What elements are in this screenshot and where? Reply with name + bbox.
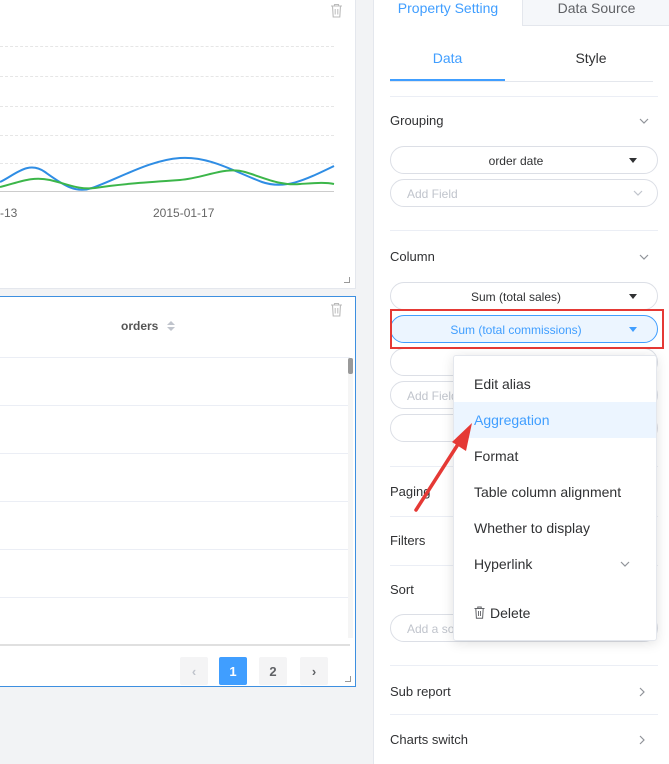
tab-data-source[interactable]: Data Source bbox=[522, 0, 669, 26]
x-tick-label: -13 bbox=[0, 206, 18, 220]
chevron-down-icon[interactable] bbox=[639, 118, 649, 124]
menu-item-edit-alias[interactable]: Edit alias bbox=[454, 366, 656, 402]
sub-tabs: Data Style bbox=[390, 50, 653, 82]
x-tick-label: 2015-01-17 bbox=[153, 206, 215, 220]
annotation-highlight-box bbox=[390, 309, 664, 349]
chevron-down-icon bbox=[620, 561, 630, 567]
column-header-orders[interactable]: orders bbox=[121, 319, 158, 333]
horizontal-scrollbar[interactable] bbox=[0, 644, 350, 646]
column-title: Column bbox=[390, 249, 435, 264]
table-widget[interactable]: orders ‹ 1 2 › bbox=[0, 296, 356, 687]
table-row[interactable] bbox=[0, 598, 350, 646]
table-row[interactable] bbox=[0, 454, 350, 502]
grouping-field-select[interactable]: order date bbox=[390, 146, 658, 174]
sub-report-title[interactable]: Sub report bbox=[390, 684, 451, 699]
add-field-placeholder: Add Field bbox=[407, 187, 458, 201]
series-line-green bbox=[0, 169, 335, 190]
menu-item-delete[interactable]: Delete bbox=[454, 595, 656, 631]
vertical-scrollbar-thumb[interactable] bbox=[348, 358, 353, 374]
table-row[interactable] bbox=[0, 550, 350, 598]
field-context-menu: Edit alias Aggregation Format Table colu… bbox=[453, 355, 657, 641]
tab-property-setting[interactable]: Property Setting bbox=[374, 0, 522, 26]
grouping-title: Grouping bbox=[390, 113, 444, 128]
column-field-select[interactable]: Sum (total sales) bbox=[390, 282, 658, 310]
charts-switch-title[interactable]: Charts switch bbox=[390, 732, 468, 747]
caret-down-icon bbox=[629, 294, 637, 299]
menu-item-hyperlink[interactable]: Hyperlink bbox=[454, 546, 656, 582]
pager-page-1[interactable]: 1 bbox=[219, 657, 247, 685]
pager-page-2[interactable]: 2 bbox=[259, 657, 287, 685]
chevron-down-icon[interactable] bbox=[639, 254, 649, 260]
grouping-field-label: order date bbox=[488, 154, 544, 168]
trash-icon bbox=[474, 606, 485, 619]
chevron-down-icon bbox=[633, 190, 643, 196]
divider bbox=[390, 714, 658, 715]
tab-data[interactable]: Data bbox=[390, 50, 505, 81]
tab-style[interactable]: Style bbox=[532, 50, 650, 81]
table-row[interactable] bbox=[0, 406, 350, 454]
divider bbox=[390, 96, 658, 97]
divider bbox=[390, 665, 658, 666]
menu-item-format[interactable]: Format bbox=[454, 438, 656, 474]
table-row[interactable] bbox=[0, 358, 350, 406]
caret-down-icon bbox=[629, 158, 637, 163]
sort-title[interactable]: Sort bbox=[390, 582, 414, 597]
pager-prev-button[interactable]: ‹ bbox=[180, 657, 208, 685]
resize-handle[interactable] bbox=[344, 277, 350, 283]
top-tabs: Property Setting Data Source bbox=[374, 0, 669, 26]
sort-icon[interactable] bbox=[166, 320, 176, 332]
vertical-scrollbar-track[interactable] bbox=[348, 358, 353, 638]
divider bbox=[390, 230, 658, 231]
table-row[interactable] bbox=[0, 502, 350, 550]
chevron-right-icon[interactable] bbox=[639, 687, 645, 697]
table-header: orders bbox=[0, 297, 350, 358]
column-field-label: Sum (total sales) bbox=[470, 290, 562, 304]
chart-series bbox=[0, 156, 335, 191]
menu-item-delete-label: Delete bbox=[490, 605, 531, 621]
chevron-right-icon[interactable] bbox=[639, 735, 645, 745]
resize-handle[interactable] bbox=[345, 676, 351, 682]
menu-item-whether-to-display[interactable]: Whether to display bbox=[454, 510, 656, 546]
menu-item-hyperlink-label: Hyperlink bbox=[474, 556, 533, 572]
pager-next-button[interactable]: › bbox=[300, 657, 328, 685]
paging-title[interactable]: Paging bbox=[390, 484, 430, 499]
filters-title[interactable]: Filters bbox=[390, 533, 425, 548]
grouping-add-field[interactable]: Add Field bbox=[390, 179, 658, 207]
menu-item-aggregation[interactable]: Aggregation bbox=[454, 402, 656, 438]
series-line-blue bbox=[0, 156, 335, 191]
menu-item-table-column-alignment[interactable]: Table column alignment bbox=[454, 474, 656, 510]
line-chart-widget[interactable]: -13 2015-01-17 bbox=[0, 0, 356, 289]
